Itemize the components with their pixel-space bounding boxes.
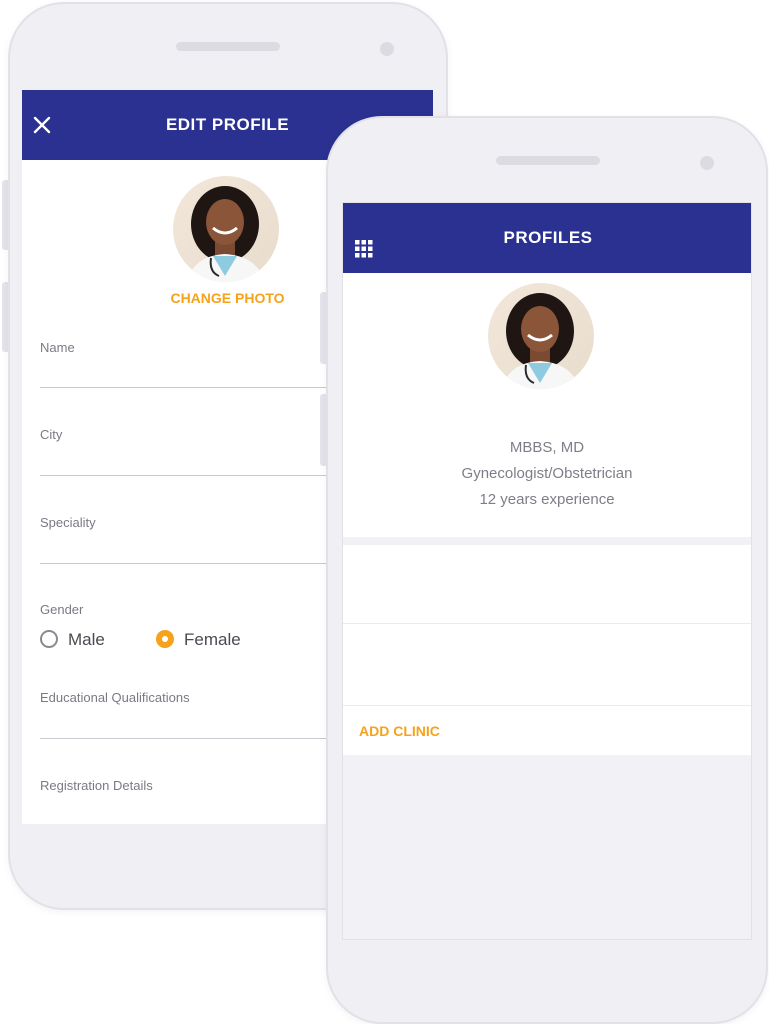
experience-text: 12 years experience: [479, 491, 615, 508]
radio-female-label: Female: [184, 630, 241, 649]
phone-camera: [700, 156, 714, 170]
profiles-app-bar: PROFILES: [343, 203, 751, 273]
city-underline: [40, 475, 360, 476]
avatar[interactable]: [173, 176, 279, 282]
speciality-label: Speciality: [40, 515, 96, 530]
phone-camera: [380, 42, 394, 56]
city-label: City: [40, 427, 63, 442]
avatar: [488, 283, 594, 389]
profile-card: MBBS, MD Gynecologist/Obstetrician 12 ye…: [343, 273, 751, 537]
speciality-underline: [40, 563, 360, 564]
phone-speaker: [496, 156, 600, 165]
profiles-screen: PROFILES MBBS, MD Gynecologist/Obstetric…: [342, 202, 752, 940]
name-label: Name: [40, 340, 75, 355]
list-item[interactable]: [343, 545, 751, 623]
name-underline: [40, 387, 360, 388]
degree-text: MBBS, MD: [509, 439, 585, 456]
specialty-text: Gynecologist/Obstetrician: [461, 465, 633, 482]
add-clinic-button[interactable]: ADD CLINIC: [359, 723, 440, 739]
page-title: PROFILES: [503, 228, 593, 247]
radio-male[interactable]: [40, 630, 58, 648]
name-field[interactable]: [40, 358, 360, 388]
radio-female[interactable]: [156, 630, 174, 648]
education-field[interactable]: [40, 708, 360, 738]
radio-selected-dot: [162, 636, 168, 642]
education-underline: [40, 738, 360, 739]
divider: [343, 705, 751, 706]
education-label: Educational Qualifications: [40, 690, 190, 705]
speciality-field[interactable]: [40, 533, 360, 563]
list-item[interactable]: [343, 624, 751, 704]
radio-male-label: Male: [68, 630, 105, 649]
registration-label: Registration Details: [40, 778, 153, 793]
city-field[interactable]: [40, 445, 360, 475]
gender-label: Gender: [40, 602, 84, 617]
phone-speaker: [176, 42, 280, 51]
clinic-list: ADD CLINIC: [343, 545, 751, 755]
